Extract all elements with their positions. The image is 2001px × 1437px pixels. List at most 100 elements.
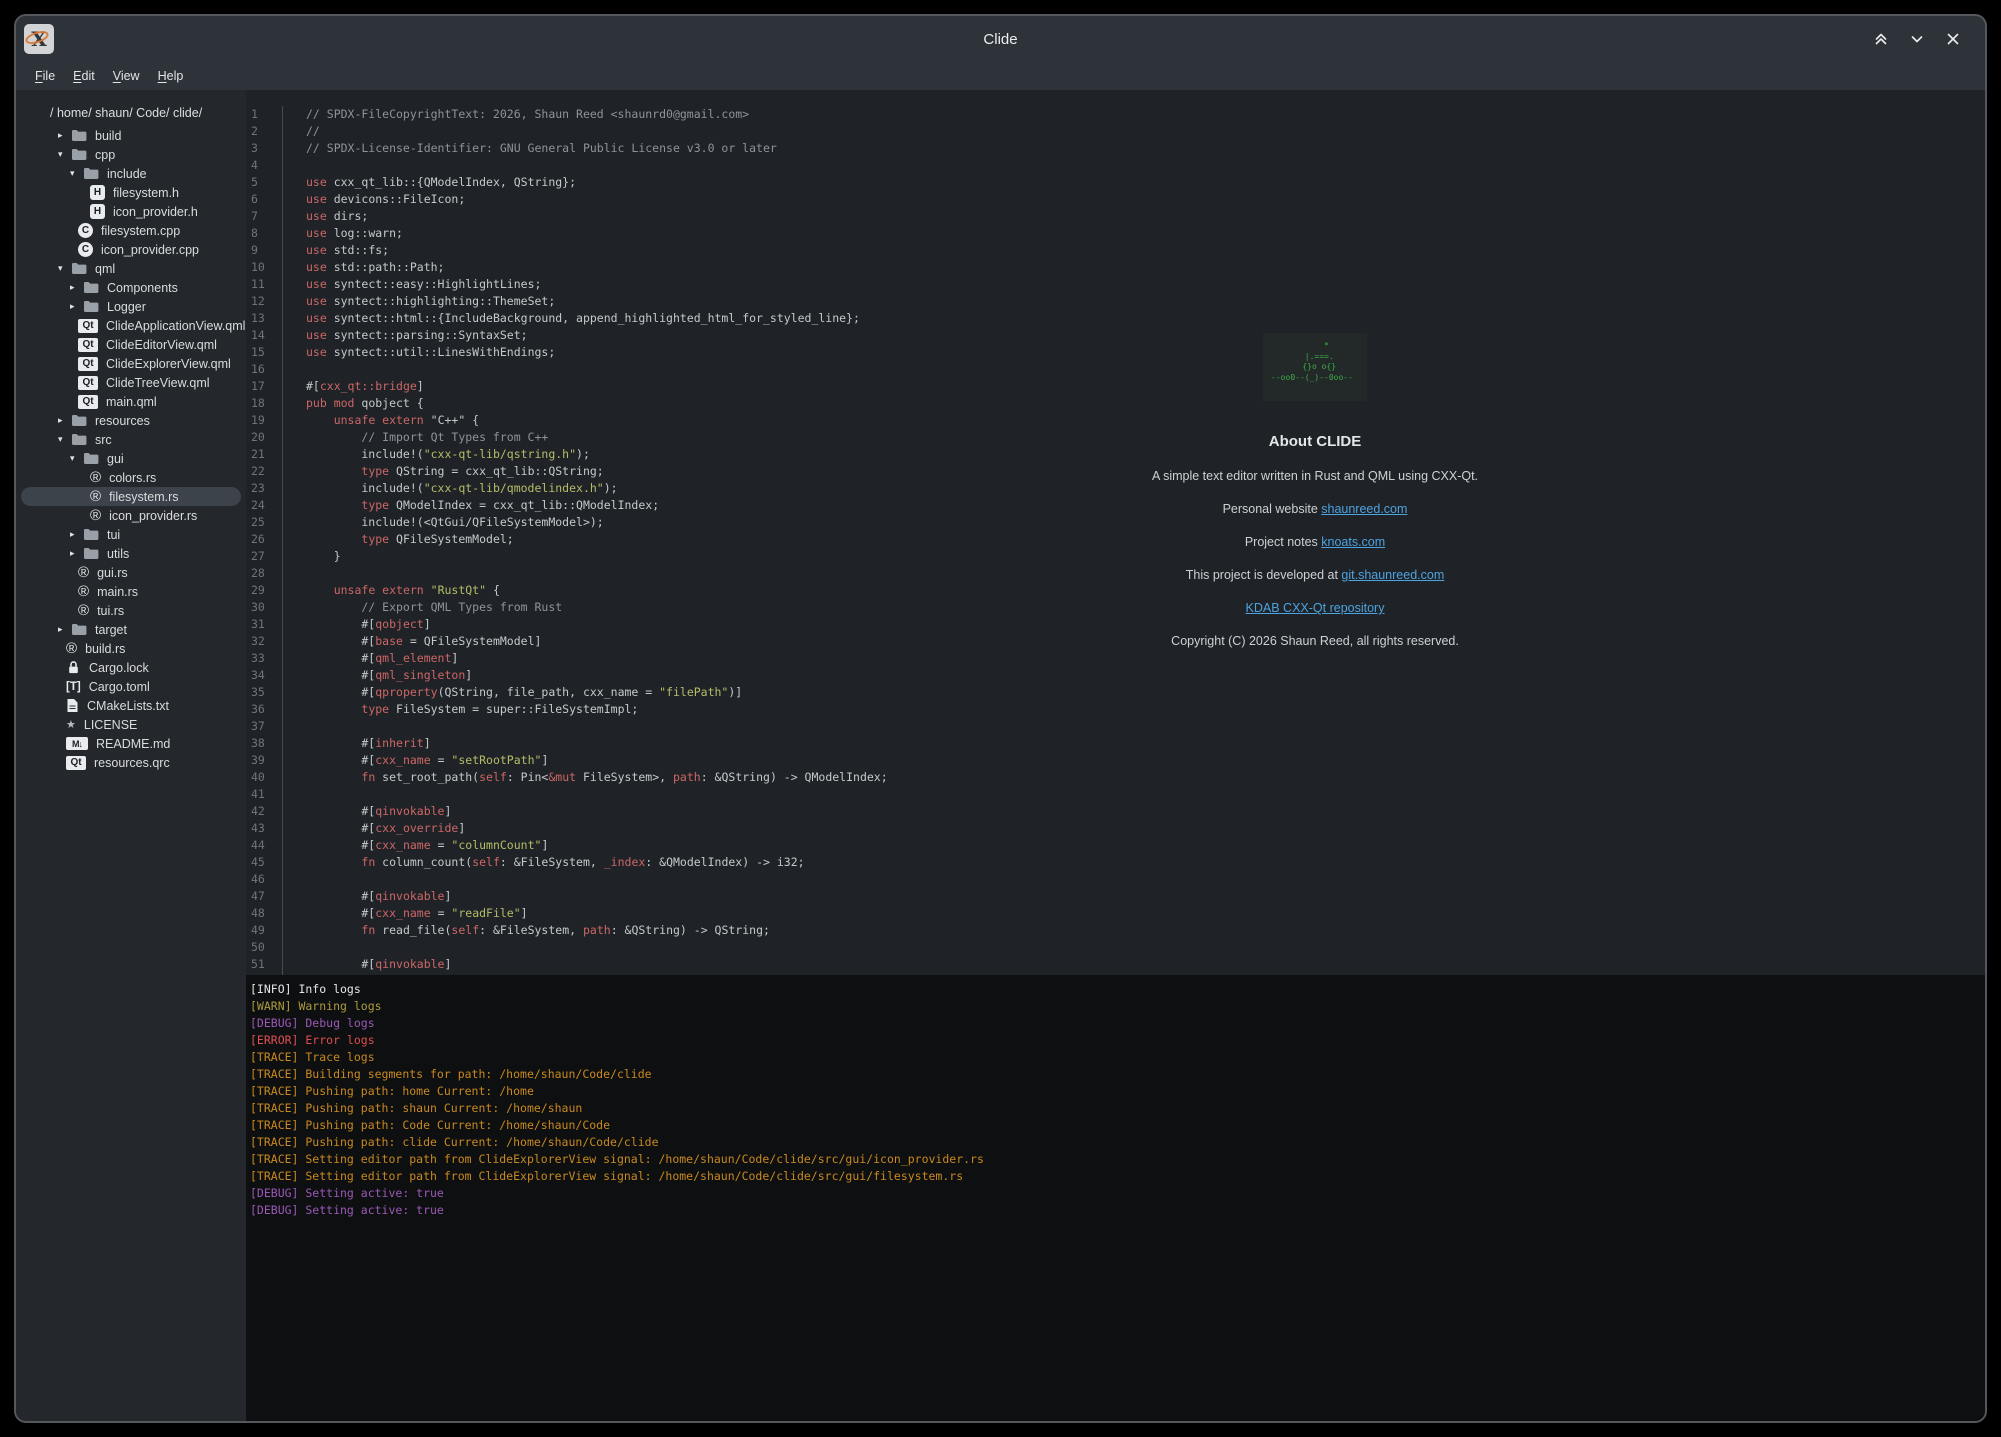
about-link[interactable]: KDAB CXX-Qt repository (1246, 601, 1385, 615)
code-line[interactable]: 43 #[cxx_override] (246, 820, 1985, 837)
tree-item-icon_provider.cpp[interactable]: Cicon_provider.cpp (21, 240, 241, 259)
expand-arrow-icon[interactable]: ▾ (58, 434, 71, 445)
tree-item-resources.qrc[interactable]: Qtresources.qrc (21, 753, 241, 772)
about-link[interactable]: knoats.com (1321, 535, 1385, 549)
expand-arrow-icon[interactable]: ▾ (70, 453, 83, 464)
log-line: [DEBUG] Setting active: true (250, 1185, 1977, 1202)
code-line[interactable]: 40 fn set_root_path(self: Pin<&mut FileS… (246, 769, 1985, 786)
code-line[interactable]: 49 fn read_file(self: &FileSystem, path:… (246, 922, 1985, 939)
code-line[interactable]: 39 #[cxx_name = "setRootPath"] (246, 752, 1985, 769)
tree-item-main.qml[interactable]: Qtmain.qml (21, 392, 241, 411)
tree-item-Cargo.lock[interactable]: Cargo.lock (21, 658, 241, 677)
code-line[interactable]: 13use syntect::html::{IncludeBackground,… (246, 310, 1985, 327)
tree-item-Components[interactable]: ▸Components (21, 278, 241, 297)
code-line[interactable]: 52 (246, 973, 1985, 975)
tree-item-filesystem.h[interactable]: Hfilesystem.h (21, 183, 241, 202)
expand-arrow-icon[interactable]: ▸ (70, 548, 83, 559)
code-line[interactable]: 1// SPDX-FileCopyrightText: 2026, Shaun … (246, 106, 1985, 123)
code-line[interactable]: 47 #[qinvokable] (246, 888, 1985, 905)
tree-item-qml[interactable]: ▾ qml (21, 259, 241, 278)
code-text (282, 871, 1985, 888)
code-line[interactable]: 46 (246, 871, 1985, 888)
tree-item-colors.rs[interactable]: ®colors.rs (21, 468, 241, 487)
code-line[interactable]: 12use syntect::highlighting::ThemeSet; (246, 293, 1985, 310)
code-line[interactable]: 37 (246, 718, 1985, 735)
expand-arrow-icon[interactable]: ▾ (70, 168, 83, 179)
tree-item-resources[interactable]: ▸resources (21, 411, 241, 430)
code-line[interactable]: 44 #[cxx_name = "columnCount"] (246, 837, 1985, 854)
tree-item-Cargo.toml[interactable]: [T]Cargo.toml (21, 677, 241, 696)
code-line[interactable]: 2// (246, 123, 1985, 140)
cpp-file-icon: C (78, 242, 93, 257)
about-line: A simple text editor written in Rust and… (995, 468, 1635, 485)
code-line[interactable]: 9use std::fs; (246, 242, 1985, 259)
code-line[interactable]: 10use std::path::Path; (246, 259, 1985, 276)
line-number: 4 (246, 157, 282, 174)
maximize-button[interactable] (1871, 29, 1891, 49)
tree-item-label: qml (95, 262, 115, 276)
tree-item-label: icon_provider.h (113, 205, 198, 219)
tree-item-ClideEditorView.qml[interactable]: QtClideEditorView.qml (21, 335, 241, 354)
tree-item-icon_provider.rs[interactable]: ®icon_provider.rs (21, 506, 241, 525)
code-line[interactable]: 3// SPDX-License-Identifier: GNU General… (246, 140, 1985, 157)
code-line[interactable]: 5use cxx_qt_lib::{QModelIndex, QString}; (246, 174, 1985, 191)
code-line[interactable]: 35 #[qproperty(QString, file_path, cxx_n… (246, 684, 1985, 701)
expand-arrow-icon[interactable]: ▸ (58, 130, 71, 141)
code-line[interactable]: 6use devicons::FileIcon; (246, 191, 1985, 208)
tree-item-build[interactable]: ▸build (21, 126, 241, 145)
code-line[interactable]: 38 #[inherit] (246, 735, 1985, 752)
code-line[interactable]: 34 #[qml_singleton] (246, 667, 1985, 684)
folder-icon (71, 148, 87, 161)
tree-item-ClideApplicationView.qml[interactable]: QtClideApplicationView.qml (21, 316, 241, 335)
code-line[interactable]: 41 (246, 786, 1985, 803)
menu-item-file[interactable]: File (26, 69, 64, 83)
log-panel[interactable]: [INFO] Info logs[WARN] Warning logs[DEBU… (246, 975, 1985, 1421)
tree-item-ClideExplorerView.qml[interactable]: QtClideExplorerView.qml (21, 354, 241, 373)
about-link[interactable]: shaunreed.com (1321, 502, 1407, 516)
title-bar[interactable]: X Clide (16, 16, 1985, 62)
code-line[interactable]: 45 fn column_count(self: &FileSystem, _i… (246, 854, 1985, 871)
minimize-button[interactable] (1907, 29, 1927, 49)
tree-item-utils[interactable]: ▸utils (21, 544, 241, 563)
tree-item-filesystem.rs[interactable]: ®filesystem.rs (21, 487, 241, 506)
code-line[interactable]: 4 (246, 157, 1985, 174)
tree-item-src[interactable]: ▾src (21, 430, 241, 449)
code-editor[interactable]: 1// SPDX-FileCopyrightText: 2026, Shaun … (246, 90, 1985, 975)
code-line[interactable]: 11use syntect::easy::HighlightLines; (246, 276, 1985, 293)
code-line[interactable]: 42 #[qinvokable] (246, 803, 1985, 820)
about-link[interactable]: git.shaunreed.com (1341, 568, 1444, 582)
expand-arrow-icon[interactable]: ▾ (58, 263, 71, 274)
tree-item-ClideTreeView.qml[interactable]: QtClideTreeView.qml (21, 373, 241, 392)
tree-item-gui[interactable]: ▾gui (21, 449, 241, 468)
tree-item-cpp[interactable]: ▾cpp (21, 145, 241, 164)
tree-item-build.rs[interactable]: ®build.rs (21, 639, 241, 658)
tree-item-main.rs[interactable]: ®main.rs (21, 582, 241, 601)
tree-item-tui.rs[interactable]: ®tui.rs (21, 601, 241, 620)
code-line[interactable]: 51 #[qinvokable] (246, 956, 1985, 973)
tree-item-gui.rs[interactable]: ®gui.rs (21, 563, 241, 582)
menu-item-edit[interactable]: Edit (64, 69, 104, 83)
expand-arrow-icon[interactable]: ▸ (58, 415, 71, 426)
tree-item-Logger[interactable]: ▸Logger (21, 297, 241, 316)
code-line[interactable]: 50 (246, 939, 1985, 956)
expand-arrow-icon[interactable]: ▸ (70, 529, 83, 540)
close-button[interactable] (1943, 29, 1963, 49)
tree-item-include[interactable]: ▾include (21, 164, 241, 183)
menu-item-view[interactable]: View (104, 69, 149, 83)
tree-item-filesystem.cpp[interactable]: Cfilesystem.cpp (21, 221, 241, 240)
expand-arrow-icon[interactable]: ▸ (70, 301, 83, 312)
expand-arrow-icon[interactable]: ▸ (70, 282, 83, 293)
tree-item-README.md[interactable]: M↓README.md (21, 734, 241, 753)
expand-arrow-icon[interactable]: ▾ (58, 149, 71, 160)
code-line[interactable]: 48 #[cxx_name = "readFile"] (246, 905, 1985, 922)
code-line[interactable]: 7use dirs; (246, 208, 1985, 225)
menu-item-help[interactable]: Help (149, 69, 193, 83)
tree-item-CMakeLists.txt[interactable]: CMakeLists.txt (21, 696, 241, 715)
tree-item-tui[interactable]: ▸tui (21, 525, 241, 544)
code-line[interactable]: 36 type FileSystem = super::FileSystemIm… (246, 701, 1985, 718)
tree-item-target[interactable]: ▸target (21, 620, 241, 639)
tree-item-icon_provider.h[interactable]: Hicon_provider.h (21, 202, 241, 221)
code-line[interactable]: 8use log::warn; (246, 225, 1985, 242)
tree-item-LICENSE[interactable]: ★LICENSE (21, 715, 241, 734)
expand-arrow-icon[interactable]: ▸ (58, 624, 71, 635)
